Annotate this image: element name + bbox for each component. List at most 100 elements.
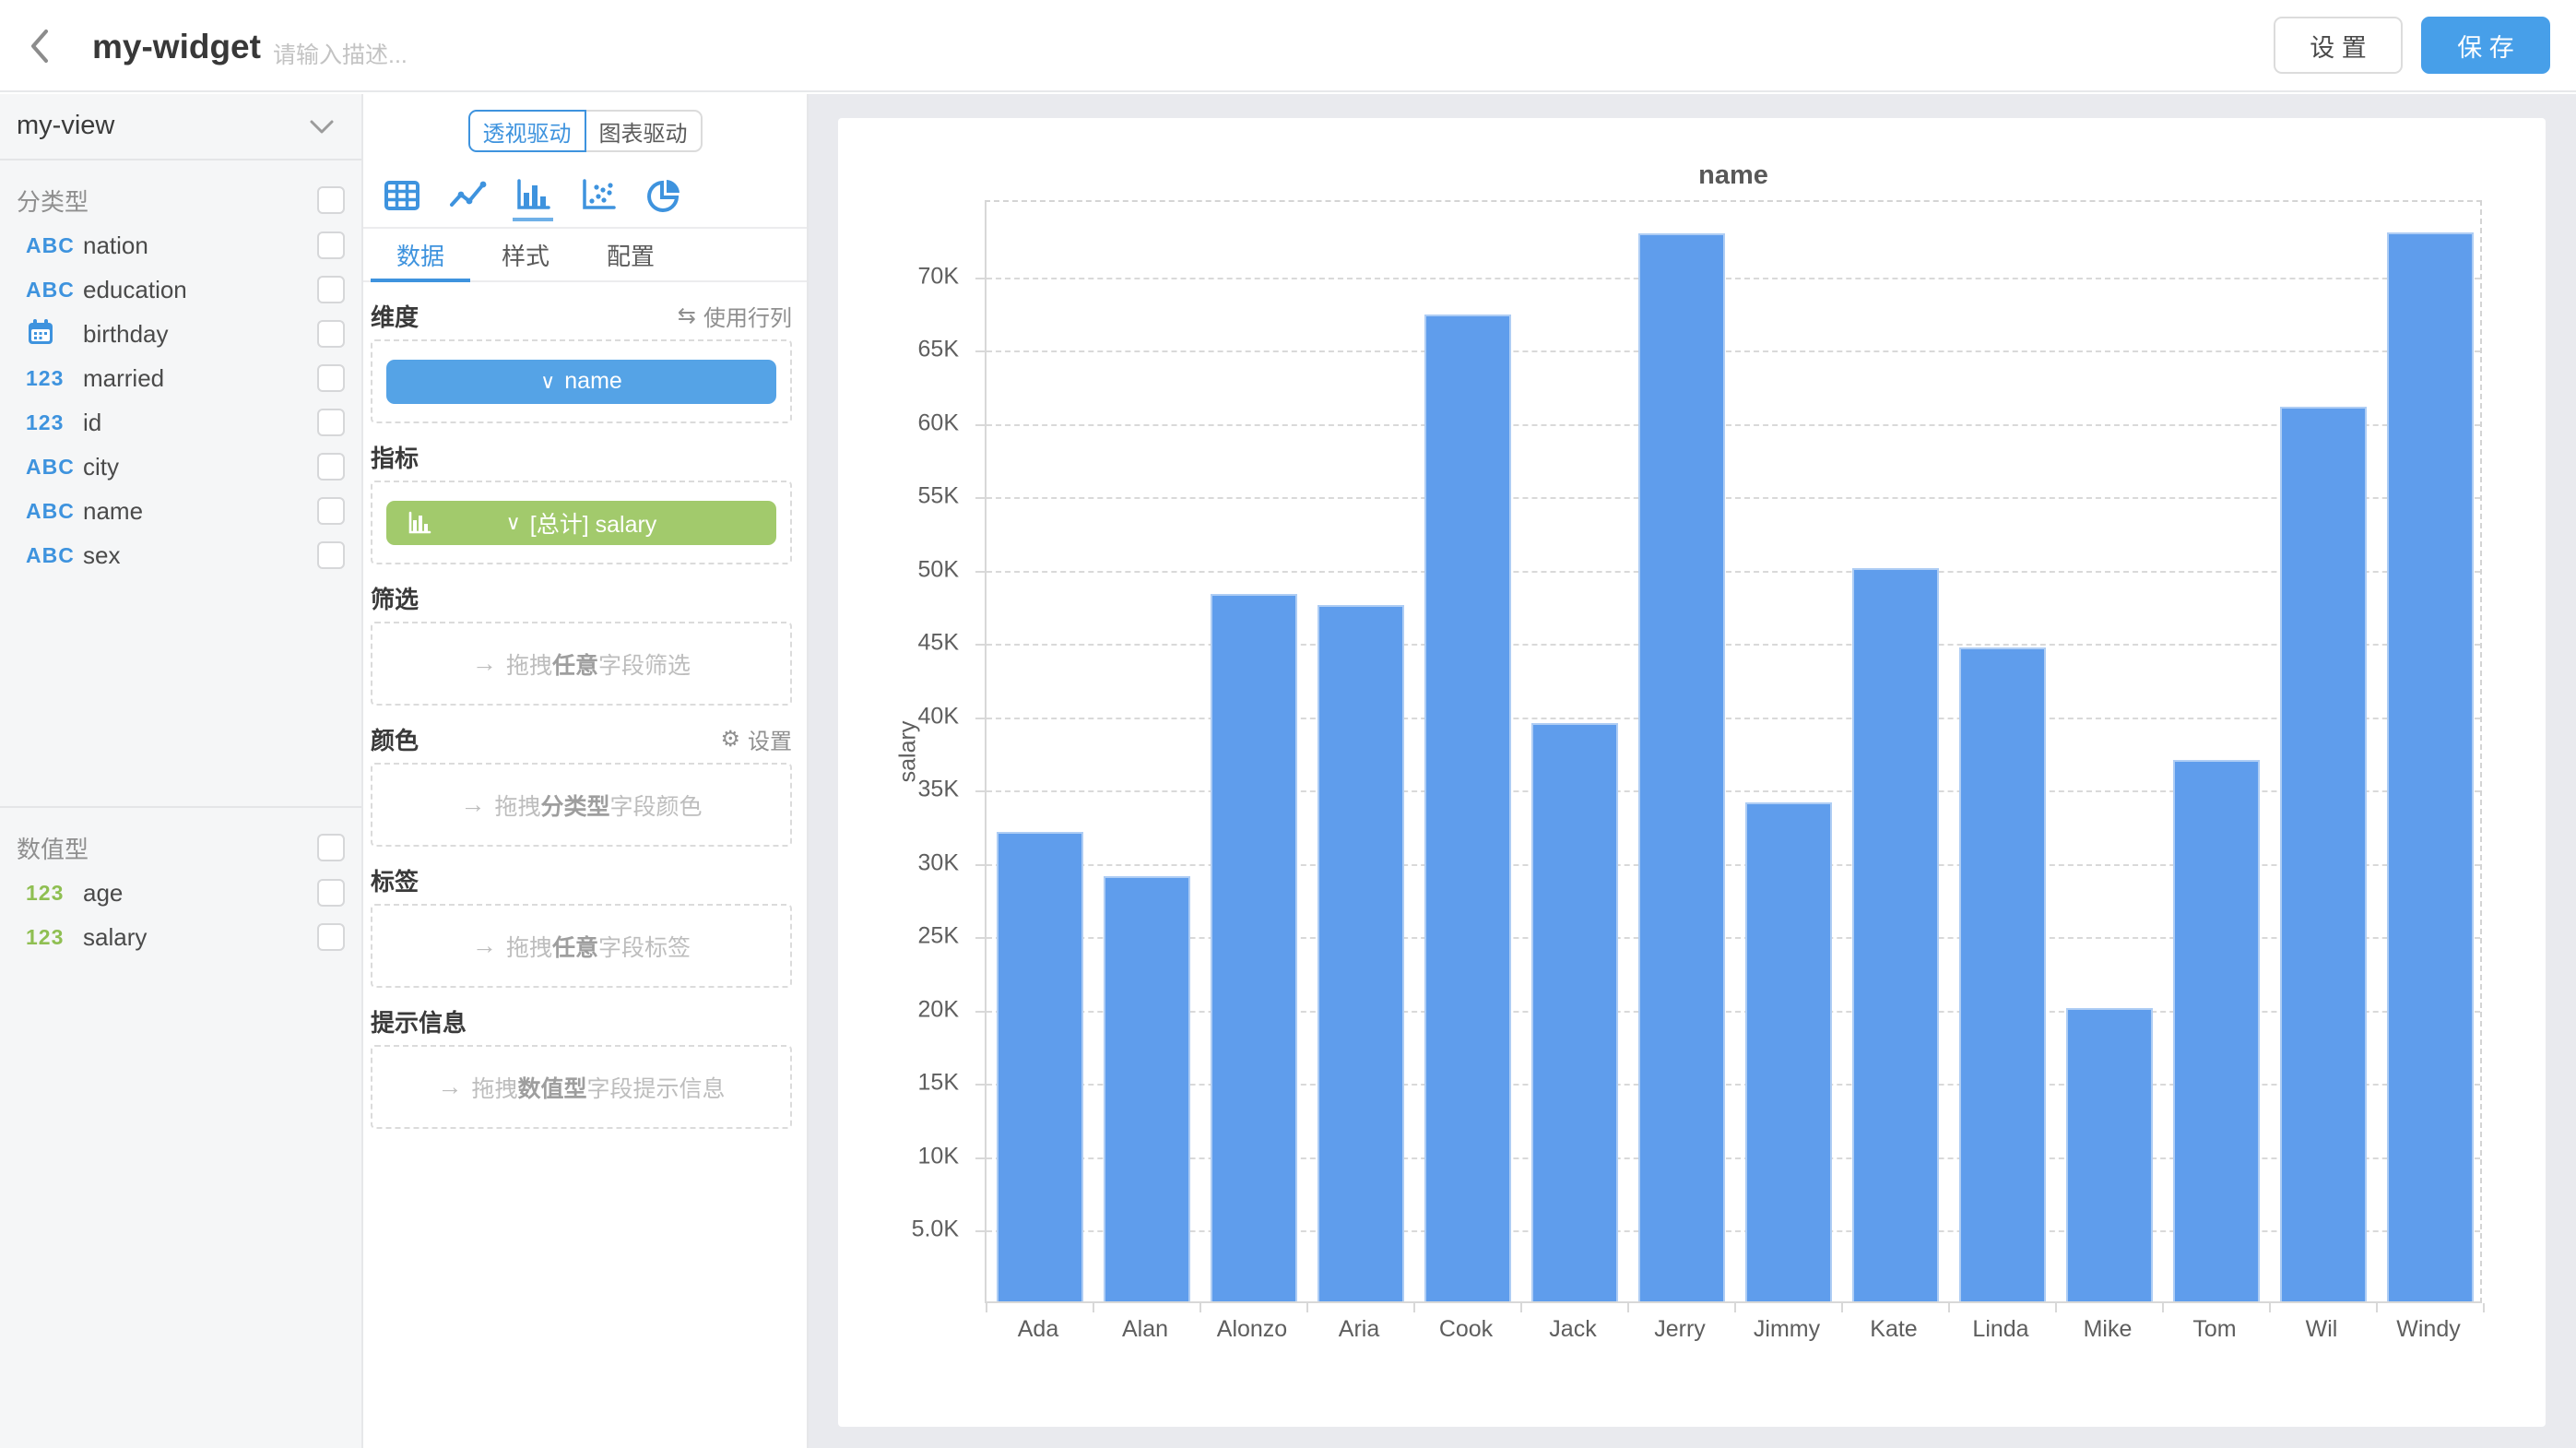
field-checkbox[interactable]: [317, 320, 345, 348]
tooltip-section-label: 提示信息: [371, 1004, 792, 1039]
field-checkbox[interactable]: [317, 497, 345, 525]
bar-Mike[interactable]: [2066, 1008, 2153, 1301]
dataset-selector[interactable]: my-view: [0, 94, 361, 160]
field-checkbox[interactable]: [317, 453, 345, 481]
y-tick-label: 55K: [918, 483, 959, 510]
field-item-education[interactable]: ABCeducation: [0, 267, 361, 312]
bar-Tom[interactable]: [2173, 760, 2260, 1301]
bar-Cook[interactable]: [1424, 315, 1511, 1301]
use-rowcol-link[interactable]: ⇆ 使用行列: [678, 300, 792, 332]
field-item-married[interactable]: 123married: [0, 356, 361, 400]
y-axis-labels: 5.0K10K15K20K25K30K35K40K45K50K55K60K65K…: [838, 200, 972, 1303]
x-tick-label: Cook: [1439, 1316, 1493, 1343]
field-item-birthday[interactable]: birthday: [0, 312, 361, 356]
settings-button[interactable]: 设 置: [2274, 17, 2403, 74]
y-axis-tick: [975, 350, 985, 352]
y-axis-tick: [975, 864, 985, 866]
x-axis-tick: [1948, 1303, 1950, 1312]
driver-tab-pivot[interactable]: 透视驱动: [468, 110, 586, 152]
field-checkbox[interactable]: [317, 364, 345, 392]
save-button[interactable]: 保 存: [2421, 17, 2550, 74]
bar-Alonzo[interactable]: [1211, 594, 1297, 1301]
group-checkbox[interactable]: [317, 834, 345, 861]
filter-dropzone[interactable]: → 拖拽任意字段筛选: [371, 622, 792, 706]
tab-style[interactable]: 样式: [476, 229, 575, 280]
field-item-nation[interactable]: ABCnation: [0, 223, 361, 267]
bar-Jack[interactable]: [1531, 723, 1618, 1301]
x-tick-label: Linda: [1972, 1316, 2028, 1343]
driver-tab-chart[interactable]: 图表驱动: [585, 110, 703, 152]
driver-mode-switch: 透视驱动 图表驱动: [468, 110, 703, 152]
bar-Ada[interactable]: [997, 832, 1083, 1301]
y-axis-tick: [975, 278, 985, 279]
field-item-name[interactable]: ABCname: [0, 489, 361, 533]
group-checkbox[interactable]: [317, 186, 345, 214]
x-tick-label: Jimmy: [1754, 1316, 1820, 1343]
x-axis-tick: [1841, 1303, 1843, 1312]
bar-Jerry[interactable]: [1638, 233, 1725, 1301]
x-tick-label: Alonzo: [1217, 1316, 1287, 1343]
back-button[interactable]: [20, 26, 61, 66]
arrow-right-icon: →: [460, 790, 485, 819]
bar-Linda[interactable]: [1959, 647, 2046, 1301]
app-header: my-widget 请输入描述... 设 置 保 存: [0, 0, 2576, 92]
field-checkbox[interactable]: [317, 923, 345, 951]
tab-config[interactable]: 配置: [581, 229, 680, 280]
metric-pill[interactable]: ∨ [总计] salary: [386, 501, 776, 545]
y-tick-label: 50K: [918, 556, 959, 583]
label-dropzone[interactable]: → 拖拽任意字段标签: [371, 904, 792, 988]
field-checkbox[interactable]: [317, 231, 345, 259]
bar-Jimmy[interactable]: [1745, 802, 1832, 1301]
gridline: [987, 424, 2480, 426]
arrow-right-icon: →: [472, 649, 497, 678]
x-axis-tick: [1093, 1303, 1094, 1312]
calendar-icon: [26, 317, 55, 351]
field-group-title: 数值型: [17, 831, 317, 865]
x-axis-tick: [1734, 1303, 1736, 1312]
metric-dropzone[interactable]: ∨ [总计] salary: [371, 481, 792, 564]
field-checkbox[interactable]: [317, 276, 345, 303]
y-tick-label: 30K: [918, 849, 959, 876]
bar-Aria[interactable]: [1318, 605, 1404, 1301]
scatter-chart-icon[interactable]: [578, 173, 619, 221]
line-chart-icon[interactable]: [447, 173, 488, 221]
x-axis-tick: [2055, 1303, 2057, 1312]
gridline: [987, 350, 2480, 352]
description-input[interactable]: 请输入描述...: [273, 37, 408, 70]
table-chart-icon[interactable]: [382, 173, 422, 221]
field-checkbox[interactable]: [317, 879, 345, 907]
y-axis-tick: [975, 644, 985, 646]
x-axis-tick: [986, 1303, 987, 1312]
chevron-down-icon: [308, 118, 336, 141]
bar-Alan[interactable]: [1104, 876, 1190, 1301]
field-label: sex: [83, 541, 317, 570]
pie-chart-icon[interactable]: [644, 173, 684, 221]
field-item-sex[interactable]: ABCsex: [0, 533, 361, 577]
field-label: married: [83, 364, 317, 393]
x-tick-label: Jerry: [1654, 1316, 1706, 1343]
bar-chart-icon[interactable]: [513, 173, 553, 221]
field-checkbox[interactable]: [317, 541, 345, 569]
bar-Windy[interactable]: [2387, 232, 2474, 1301]
numeric-field-icon: 123: [26, 410, 64, 435]
color-settings-link[interactable]: ⚙ 设置: [720, 723, 792, 755]
dimension-dropzone[interactable]: ∨ name: [371, 339, 792, 423]
field-checkbox[interactable]: [317, 409, 345, 436]
field-item-city[interactable]: ABCcity: [0, 445, 361, 489]
field-item-id[interactable]: 123id: [0, 400, 361, 445]
field-group-header: 分类型: [0, 177, 361, 223]
field-label: name: [83, 497, 317, 526]
field-group-title: 分类型: [17, 184, 317, 218]
tooltip-dropzone[interactable]: → 拖拽数值型字段提示信息: [371, 1045, 792, 1129]
bar-Wil[interactable]: [2280, 407, 2367, 1301]
bar-Kate[interactable]: [1852, 568, 1939, 1301]
field-item-salary[interactable]: 123salary: [0, 915, 361, 959]
field-item-age[interactable]: 123age: [0, 871, 361, 915]
x-axis-tick: [2483, 1303, 2485, 1312]
y-axis-tick: [975, 497, 985, 499]
dimension-section-label: 维度: [371, 299, 678, 333]
tab-data[interactable]: 数据: [371, 229, 470, 280]
dimension-pill[interactable]: ∨ name: [386, 360, 776, 404]
abc-text-field-icon: ABC: [26, 455, 75, 480]
color-dropzone[interactable]: → 拖拽分类型字段颜色: [371, 763, 792, 847]
